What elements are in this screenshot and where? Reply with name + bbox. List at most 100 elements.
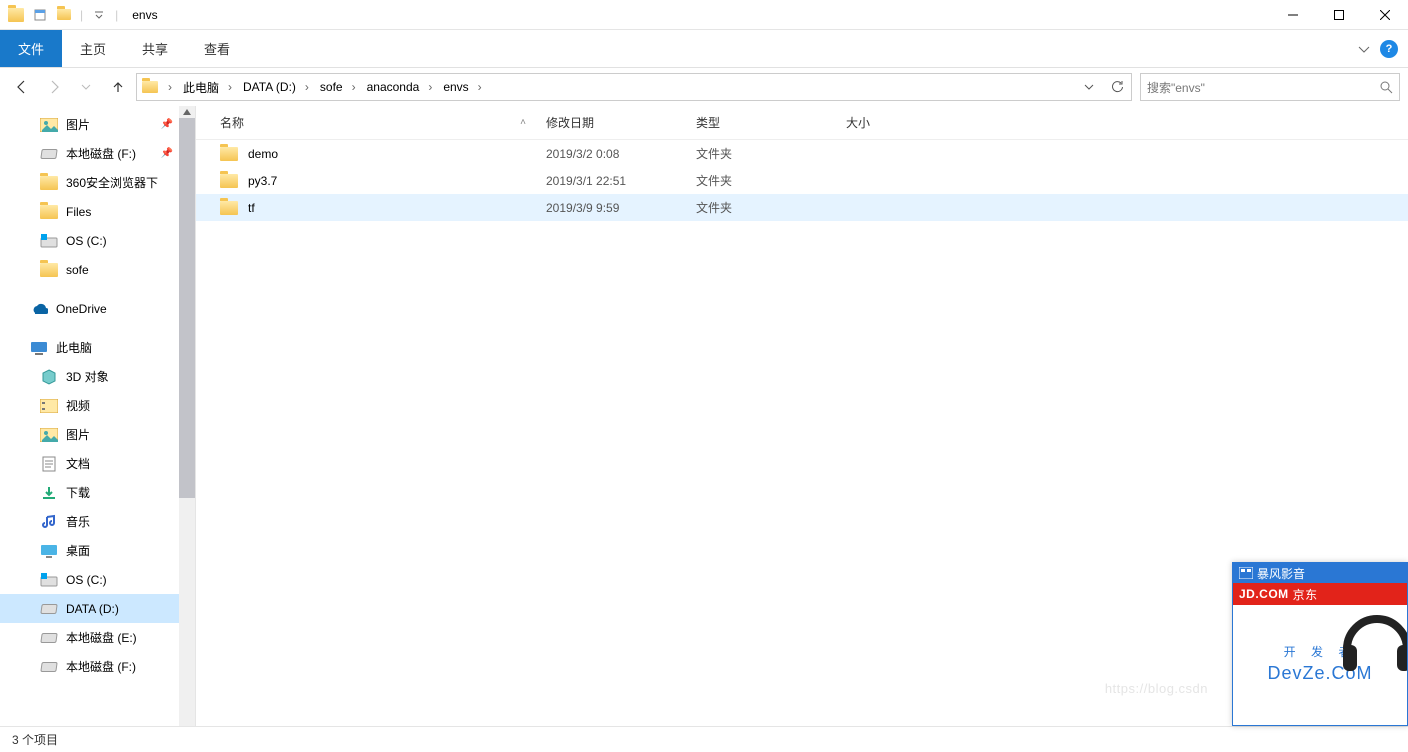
docs-icon — [40, 455, 58, 473]
minimize-button[interactable] — [1270, 0, 1316, 30]
help-icon[interactable]: ? — [1380, 40, 1398, 58]
disk-os-icon — [40, 571, 58, 589]
tree-item-label: 视频 — [66, 397, 90, 414]
tree-item[interactable]: 3D 对象 — [0, 362, 195, 391]
tree-item[interactable]: 本地磁盘 (E:) — [0, 623, 195, 652]
file-date: 2019/3/2 0:08 — [546, 147, 696, 161]
nav-forward-button[interactable] — [40, 73, 68, 101]
close-button[interactable] — [1362, 0, 1408, 30]
file-name: py3.7 — [248, 174, 277, 188]
qat-dropdown-icon[interactable] — [91, 7, 107, 23]
crumb-chevron[interactable]: › — [223, 74, 237, 100]
tree-item[interactable]: DATA (D:) — [0, 594, 195, 623]
pictures-icon — [40, 426, 58, 444]
tree-item[interactable]: 视频 — [0, 391, 195, 420]
column-headers: 名称˄ 修改日期 类型 大小 — [196, 106, 1408, 140]
pc-icon — [30, 339, 48, 357]
search-icon — [1379, 80, 1393, 94]
col-header-size[interactable]: 大小 — [846, 114, 926, 131]
window-title: envs — [132, 8, 157, 22]
refresh-button[interactable] — [1103, 74, 1131, 100]
tree-item-label: DATA (D:) — [66, 602, 119, 616]
tree-item-label: 本地磁盘 (E:) — [66, 629, 137, 646]
sidebar-scrollbar[interactable] — [179, 106, 195, 726]
file-name: demo — [248, 147, 278, 161]
nav-up-button[interactable] — [104, 73, 132, 101]
crumb-pc[interactable]: 此电脑 — [177, 74, 223, 100]
tree-item[interactable]: 本地磁盘 (F:) — [0, 139, 195, 168]
folder-icon — [220, 201, 238, 215]
tree-item[interactable]: OS (C:) — [0, 226, 195, 255]
tree-item-label: OS (C:) — [66, 234, 107, 248]
tree-item[interactable]: 此电脑 — [0, 333, 195, 362]
disk-icon — [40, 600, 58, 618]
film-icon — [1239, 567, 1253, 579]
ribbon-tab-home[interactable]: 主页 — [62, 30, 124, 67]
crumb-chevron[interactable]: › — [473, 74, 487, 100]
nav-recent-dropdown[interactable] — [72, 73, 100, 101]
file-row[interactable]: tf2019/3/9 9:59文件夹 — [196, 194, 1408, 221]
crumb-chevron[interactable]: › — [423, 74, 437, 100]
tree-item[interactable]: Files — [0, 197, 195, 226]
ribbon-tab-share[interactable]: 共享 — [124, 30, 186, 67]
crumb-anaconda[interactable]: anaconda — [361, 74, 424, 100]
tree-item[interactable]: 本地磁盘 (F:) — [0, 652, 195, 681]
crumb-root-chevron[interactable]: › — [163, 74, 177, 100]
desktop-icon — [40, 542, 58, 560]
tree-item-label: 本地磁盘 (F:) — [66, 145, 136, 162]
tree-item-label: OS (C:) — [66, 573, 107, 587]
crumb-sofe[interactable]: sofe — [314, 74, 347, 100]
video-icon — [40, 397, 58, 415]
tree-item-label: 音乐 — [66, 513, 90, 530]
col-header-date[interactable]: 修改日期 — [546, 114, 696, 131]
ad-header-baofeng: 暴风影音 — [1233, 563, 1407, 583]
disk-icon — [40, 629, 58, 647]
ribbon-file-tab[interactable]: 文件 — [0, 30, 62, 67]
crumb-data[interactable]: DATA (D:) — [237, 74, 300, 100]
tree-item-label: 下载 — [66, 484, 90, 501]
address-bar[interactable]: › 此电脑› DATA (D:)› sofe› anaconda› envs› — [136, 73, 1132, 101]
title-separator: | — [115, 8, 118, 22]
popup-ad[interactable]: 暴风影音 JD.COM京东 开 发 者 DevZe.CoM — [1232, 562, 1408, 726]
status-bar: 3 个项目 — [0, 726, 1408, 752]
file-row[interactable]: py3.72019/3/1 22:51文件夹 — [196, 167, 1408, 194]
folder-icon — [40, 203, 58, 221]
file-row[interactable]: demo2019/3/2 0:08文件夹 — [196, 140, 1408, 167]
maximize-button[interactable] — [1316, 0, 1362, 30]
tree-item[interactable]: 图片 — [0, 110, 195, 139]
qat-separator: | — [80, 8, 83, 22]
ribbon-tab-view[interactable]: 查看 — [186, 30, 248, 67]
tree-item[interactable]: 音乐 — [0, 507, 195, 536]
tree-item-label: Files — [66, 205, 91, 219]
onedrive-icon — [30, 300, 48, 318]
tree-item[interactable]: OneDrive — [0, 294, 195, 323]
ribbon-tabs: 文件 主页 共享 查看 ? — [0, 30, 1408, 68]
address-dropdown-button[interactable] — [1075, 74, 1103, 100]
col-header-name[interactable]: 名称˄ — [220, 114, 546, 131]
titlebar: | | envs — [0, 0, 1408, 30]
tree-item[interactable]: OS (C:) — [0, 565, 195, 594]
crumb-chevron[interactable]: › — [300, 74, 314, 100]
nav-back-button[interactable] — [8, 73, 36, 101]
headphones-icon — [1337, 599, 1408, 679]
disk-icon — [40, 145, 58, 163]
search-input[interactable]: 搜索"envs" — [1140, 73, 1400, 101]
folder-icon — [40, 261, 58, 279]
ad-body: 开 发 者 DevZe.CoM — [1233, 605, 1407, 725]
watermark-text: https://blog.csdn — [1105, 681, 1208, 696]
tree-item[interactable]: sofe — [0, 255, 195, 284]
search-placeholder: 搜索"envs" — [1147, 79, 1205, 96]
ribbon-expand-icon[interactable] — [1358, 43, 1370, 55]
tree-item[interactable]: 桌面 — [0, 536, 195, 565]
col-header-type[interactable]: 类型 — [696, 114, 846, 131]
tree-item-label: 文档 — [66, 455, 90, 472]
tree-item[interactable]: 下载 — [0, 478, 195, 507]
file-name: tf — [248, 201, 255, 215]
qat-folder-icon[interactable] — [56, 7, 72, 23]
crumb-envs[interactable]: envs — [437, 74, 472, 100]
tree-item[interactable]: 360安全浏览器下 — [0, 168, 195, 197]
crumb-chevron[interactable]: › — [347, 74, 361, 100]
tree-item[interactable]: 图片 — [0, 420, 195, 449]
qat-props-icon[interactable] — [32, 7, 48, 23]
tree-item[interactable]: 文档 — [0, 449, 195, 478]
